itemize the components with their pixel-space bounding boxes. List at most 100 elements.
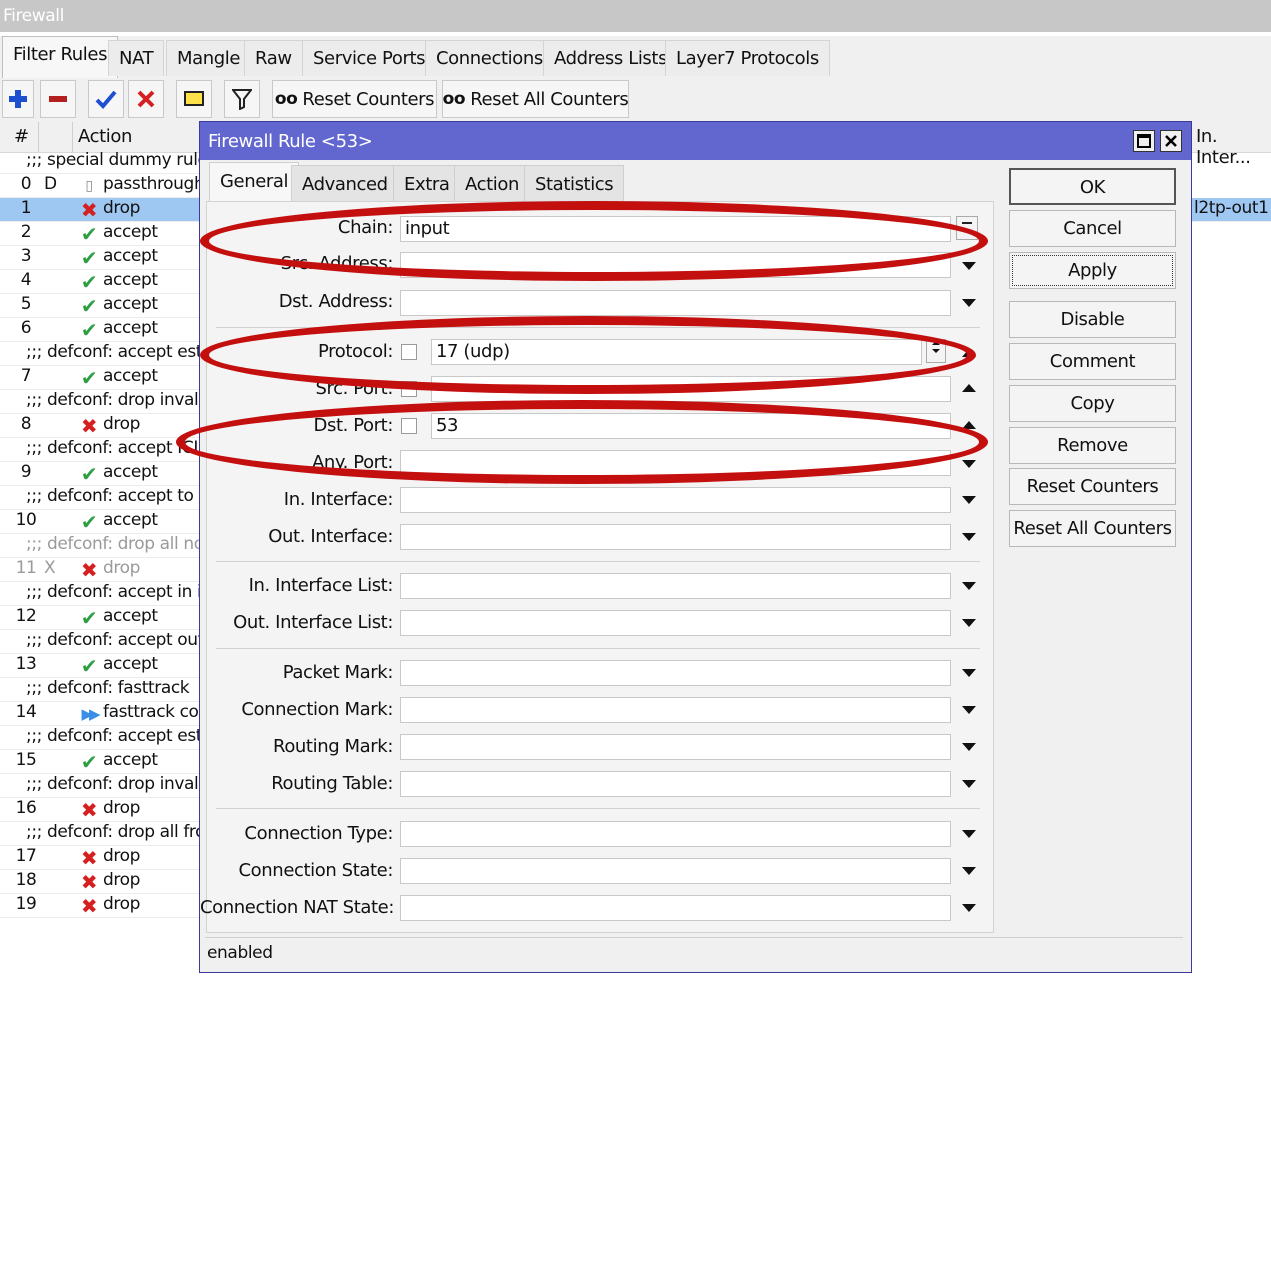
- table-row[interactable]: 5 ✔ accept: [0, 294, 200, 318]
- table-row[interactable]: 15 ✔ accept: [0, 750, 200, 774]
- comment-row[interactable]: ;;; defconf: accept esta: [0, 726, 200, 750]
- connection-state-field[interactable]: [400, 858, 951, 884]
- dst-port-field[interactable]: 53: [431, 413, 951, 439]
- dst-address-field[interactable]: [400, 290, 951, 316]
- add-button[interactable]: [2, 80, 34, 118]
- comment-row[interactable]: ;;; defconf: accept in ip: [0, 582, 200, 606]
- apply-button[interactable]: Apply: [1009, 252, 1176, 289]
- table-row[interactable]: 19 ✖ drop: [0, 894, 200, 918]
- dialog-tab-advanced[interactable]: Advanced: [291, 165, 399, 201]
- table-row[interactable]: 9 ✔ accept: [0, 462, 200, 486]
- out-interface-list-field[interactable]: [400, 610, 951, 636]
- comment-row[interactable]: ;;; defconf: accept ICI: [0, 438, 200, 462]
- dialog-reset-counters-button[interactable]: Reset Counters: [1009, 468, 1176, 505]
- src-address-dropdown-icon[interactable]: [962, 262, 976, 270]
- comment-row[interactable]: ;;; defconf: accept out: [0, 630, 200, 654]
- comment-row[interactable]: ;;; defconf: drop invalid: [0, 774, 200, 798]
- close-button[interactable]: [1160, 130, 1182, 152]
- protocol-field[interactable]: 17 (udp): [431, 339, 922, 365]
- dialog-tab-general[interactable]: General: [209, 162, 300, 202]
- dst-port-collapse-icon[interactable]: [962, 421, 976, 429]
- packet-mark-dropdown-icon[interactable]: [962, 669, 976, 677]
- comment-row[interactable]: ;;; defconf: accept to lo: [0, 486, 200, 510]
- comment-row[interactable]: ;;; defconf: fasttrack: [0, 678, 200, 702]
- column-header-in-interface[interactable]: In. Inter...: [1196, 126, 1271, 168]
- out-interface-list-dropdown-icon[interactable]: [962, 619, 976, 627]
- table-row[interactable]: 18 ✖ drop: [0, 870, 200, 894]
- comment-button[interactable]: [176, 80, 212, 118]
- tab-service-ports[interactable]: Service Ports: [302, 40, 437, 76]
- tab-address-lists[interactable]: Address Lists: [543, 40, 679, 76]
- table-row[interactable]: 10 ✔ accept: [0, 510, 200, 534]
- disable-button[interactable]: [128, 80, 164, 118]
- disable-rule-button[interactable]: Disable: [1009, 301, 1176, 338]
- copy-button[interactable]: Copy: [1009, 385, 1176, 422]
- any-port-dropdown-icon[interactable]: [962, 460, 976, 468]
- protocol-collapse-icon[interactable]: [962, 349, 976, 357]
- src-port-field[interactable]: [431, 376, 951, 402]
- connection-type-dropdown-icon[interactable]: [962, 830, 976, 838]
- out-interface-dropdown-icon[interactable]: [962, 533, 976, 541]
- packet-mark-field[interactable]: [400, 660, 951, 686]
- filter-button[interactable]: [224, 80, 260, 118]
- src-port-negate-checkbox[interactable]: [401, 381, 417, 397]
- cancel-button[interactable]: Cancel: [1009, 210, 1176, 247]
- tab-raw[interactable]: Raw: [244, 40, 303, 76]
- routing-mark-dropdown-icon[interactable]: [962, 743, 976, 751]
- protocol-negate-checkbox[interactable]: [401, 344, 417, 360]
- tab-nat[interactable]: NAT: [108, 40, 165, 76]
- enable-button[interactable]: [88, 80, 124, 118]
- out-interface-field[interactable]: [400, 524, 951, 550]
- chain-dropdown-button[interactable]: [956, 216, 978, 240]
- in-interface-list-dropdown-icon[interactable]: [962, 582, 976, 590]
- ok-button[interactable]: OK: [1009, 168, 1176, 205]
- tab-layer7-protocols[interactable]: Layer7 Protocols: [665, 40, 830, 76]
- in-interface-dropdown-icon[interactable]: [962, 496, 976, 504]
- comment-row[interactable]: ;;; defconf: drop all fron: [0, 822, 200, 846]
- connection-mark-dropdown-icon[interactable]: [962, 706, 976, 714]
- src-port-collapse-icon[interactable]: [962, 384, 976, 392]
- connection-state-dropdown-icon[interactable]: [962, 867, 976, 875]
- comment-row[interactable]: ;;; special dummy rule t: [0, 150, 200, 174]
- dialog-reset-all-counters-button[interactable]: Reset All Counters: [1009, 510, 1176, 547]
- reset-counters-button[interactable]: oo Reset Counters: [272, 80, 437, 118]
- table-row[interactable]: 11 X ✖ drop: [0, 558, 200, 582]
- table-row[interactable]: 0 D ▯ passthrough: [0, 174, 200, 198]
- column-header-action[interactable]: Action: [78, 126, 132, 147]
- routing-table-dropdown-icon[interactable]: [962, 780, 976, 788]
- table-row[interactable]: 4 ✔ accept: [0, 270, 200, 294]
- dialog-tab-extra[interactable]: Extra: [393, 165, 461, 201]
- table-row[interactable]: 12 ✔ accept: [0, 606, 200, 630]
- table-row[interactable]: 3 ✔ accept: [0, 246, 200, 270]
- comment-row[interactable]: ;;; defconf: drop invalid: [0, 390, 200, 414]
- protocol-select-button[interactable]: [926, 339, 946, 363]
- table-row[interactable]: 2 ✔ accept: [0, 222, 200, 246]
- table-row[interactable]: 14 ▶▶ fasttrack cor: [0, 702, 200, 726]
- dialog-tab-statistics[interactable]: Statistics: [524, 165, 625, 201]
- routing-table-field[interactable]: [400, 771, 951, 797]
- dialog-tab-action[interactable]: Action: [454, 165, 530, 201]
- src-address-field[interactable]: [400, 252, 951, 278]
- column-header-num[interactable]: #: [14, 126, 29, 147]
- dialog-title-bar[interactable]: Firewall Rule <53>: [200, 122, 1191, 160]
- any-port-field[interactable]: [400, 450, 951, 476]
- remove-button[interactable]: [40, 80, 76, 118]
- comment-row[interactable]: ;;; defconf: drop all not: [0, 534, 200, 558]
- table-row[interactable]: 6 ✔ accept: [0, 318, 200, 342]
- maximize-button[interactable]: [1133, 130, 1155, 152]
- connection-nat-state-dropdown-icon[interactable]: [962, 904, 976, 912]
- reset-all-counters-button[interactable]: oo Reset All Counters: [442, 80, 629, 118]
- connection-type-field[interactable]: [400, 821, 951, 847]
- table-row[interactable]: 13 ✔ accept: [0, 654, 200, 678]
- comment-row[interactable]: ;;; defconf: accept esta: [0, 342, 200, 366]
- table-row[interactable]: 16 ✖ drop: [0, 798, 200, 822]
- table-row[interactable]: 7 ✔ accept: [0, 366, 200, 390]
- table-row[interactable]: 17 ✖ drop: [0, 846, 200, 870]
- dst-port-negate-checkbox[interactable]: [401, 418, 417, 434]
- in-interface-field[interactable]: [400, 487, 951, 513]
- comment-rule-button[interactable]: Comment: [1009, 343, 1176, 380]
- remove-rule-button[interactable]: Remove: [1009, 427, 1176, 464]
- routing-mark-field[interactable]: [400, 734, 951, 760]
- tab-mangle[interactable]: Mangle: [166, 40, 252, 76]
- connection-nat-state-field[interactable]: [400, 895, 951, 921]
